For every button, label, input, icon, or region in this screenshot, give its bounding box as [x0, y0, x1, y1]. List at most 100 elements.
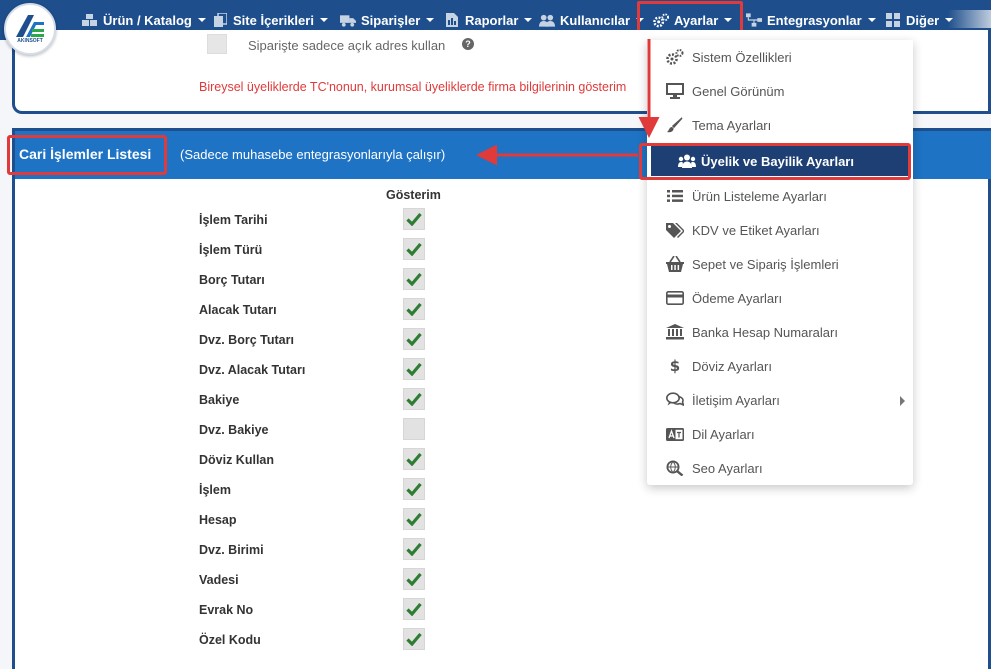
checkmark-icon [406, 302, 422, 316]
checkmark-icon [406, 392, 422, 406]
comments-icon [665, 390, 685, 410]
checkmark-icon [406, 542, 422, 556]
menu-item-label: Sistem Özellikleri [692, 49, 792, 65]
menu-item-label: Sepet ve Sipariş İşlemleri [692, 256, 839, 272]
menu-item-genel-gorunum[interactable]: Genel Görünüm [647, 77, 913, 105]
field-label: Vadesi [199, 573, 239, 587]
menu-item-sistem-ozellikleri[interactable]: Sistem Özellikleri [647, 43, 913, 71]
field-label: Dvz. Alacak Tutarı [199, 363, 306, 377]
address-checkbox[interactable] [207, 34, 227, 54]
globe-search-icon [665, 458, 685, 478]
menu-item-seo[interactable]: Seo Ayarları [647, 454, 913, 482]
show-checkbox[interactable] [403, 508, 425, 530]
menu-item-tema-ayarlari[interactable]: Tema Ayarları [647, 111, 913, 139]
menu-item-label: Döviz Ayarları [692, 358, 772, 374]
menu-item-banka-hesap[interactable]: Banka Hesap Numaraları [647, 318, 913, 346]
active-item-highlight-box [639, 143, 911, 180]
menu-item-doviz[interactable]: $ Döviz Ayarları [647, 352, 913, 380]
users-icon [539, 13, 555, 27]
akinsoft-logo[interactable]: AKINSOFT [4, 3, 56, 55]
brush-icon [665, 115, 685, 135]
field-label: İşlem [199, 483, 231, 497]
checkmark-icon [406, 632, 422, 646]
nav-label: Kullanıcılar [560, 12, 631, 28]
menu-item-label: Tema Ayarları [692, 117, 772, 133]
caret-down-icon [426, 18, 435, 22]
field-label: Dvz. Borç Tutarı [199, 333, 294, 347]
show-checkbox[interactable] [403, 268, 425, 290]
checkmark-icon [406, 212, 422, 226]
desktop-icon [665, 81, 685, 101]
submenu-arrow-icon [900, 396, 905, 406]
show-checkbox[interactable] [403, 388, 425, 410]
field-label: İşlem Tarihi [199, 213, 268, 227]
menu-item-urun-listeleme[interactable]: Ürün Listeleme Ayarları [647, 182, 913, 210]
show-checkbox[interactable] [403, 598, 425, 620]
menu-item-label: Ürün Listeleme Ayarları [692, 188, 827, 204]
checkmark-icon [406, 482, 422, 496]
menu-item-iletisim[interactable]: İletişim Ayarları [647, 386, 913, 414]
field-label: Borç Tutarı [199, 273, 265, 287]
show-checkbox[interactable] [403, 418, 425, 440]
show-checkbox[interactable] [403, 298, 425, 320]
menu-item-sepet-siparis[interactable]: Sepet ve Sipariş İşlemleri [647, 250, 913, 278]
menu-item-dil[interactable]: Dil Ayarları [647, 420, 913, 448]
show-checkbox[interactable] [403, 238, 425, 260]
caret-down-icon [867, 18, 876, 22]
truck-icon [340, 13, 356, 27]
bank-icon [665, 322, 685, 342]
nav-label: Ürün / Katalog [103, 12, 192, 28]
cogs-icon [665, 47, 685, 67]
copy-icon [212, 13, 228, 27]
caret-down-icon [197, 18, 206, 22]
address-label: Siparişte sadece açık adres kullan [248, 38, 446, 53]
caret-down-icon [319, 18, 328, 22]
menu-item-label: KDV ve Etiket Ayarları [692, 222, 820, 238]
field-label: Dvz. Birimi [199, 543, 264, 557]
checkmark-icon [406, 242, 422, 256]
show-checkbox[interactable] [403, 448, 425, 470]
nav-label: Siparişler [361, 12, 421, 28]
dollar-icon: $ [669, 357, 681, 375]
field-label: Döviz Kullan [199, 453, 275, 467]
checkmark-icon [406, 272, 422, 286]
show-checkbox[interactable] [403, 328, 425, 350]
grid-icon [885, 13, 901, 27]
panel-title: Cari İşlemler Listesi [19, 146, 152, 162]
field-label: Bakiye [199, 393, 240, 407]
logo-mark-icon [16, 15, 44, 37]
nav-label: Raporlar [465, 12, 519, 28]
menu-item-odeme[interactable]: Ödeme Ayarları [647, 284, 913, 312]
caret-down-icon [524, 18, 533, 22]
show-checkbox[interactable] [403, 208, 425, 230]
show-checkbox[interactable] [403, 628, 425, 650]
tags-icon [665, 220, 685, 240]
field-label: Evrak No [199, 603, 254, 617]
help-icon[interactable]: ? [462, 38, 474, 50]
user-area-blurred [948, 10, 991, 28]
checkmark-icon [406, 512, 422, 526]
field-label: İşlem Türü [199, 243, 263, 257]
field-label: Dvz. Bakiye [199, 423, 269, 437]
menu-item-kdv-etiket[interactable]: KDV ve Etiket Ayarları [647, 216, 913, 244]
checkmark-icon [406, 362, 422, 376]
cubes-icon [82, 13, 98, 27]
field-label: Hesap [199, 513, 237, 527]
show-checkbox[interactable] [403, 538, 425, 560]
show-checkbox[interactable] [403, 358, 425, 380]
menu-item-label: Dil Ayarları [692, 426, 755, 442]
field-label: Özel Kodu [199, 633, 261, 647]
menu-item-label: Banka Hesap Numaraları [692, 324, 838, 340]
menu-item-label: Genel Görünüm [692, 83, 785, 99]
basket-icon [665, 254, 685, 274]
checkmark-icon [406, 332, 422, 346]
ayarlar-dropdown-menu: Sistem Özellikleri Genel Görünüm Tema Ay… [647, 40, 913, 485]
nav-label: Entegrasyonlar [767, 12, 862, 28]
menu-item-label: Seo Ayarları [692, 460, 763, 476]
nav-label: Diğer [906, 12, 940, 28]
membership-note: Bireysel üyeliklerde TC'nonun, kurumsal … [199, 80, 627, 94]
show-checkbox[interactable] [403, 568, 425, 590]
menu-item-label: Ödeme Ayarları [692, 290, 783, 306]
show-checkbox[interactable] [403, 478, 425, 500]
menu-item-label: İletişim Ayarları [692, 392, 780, 408]
